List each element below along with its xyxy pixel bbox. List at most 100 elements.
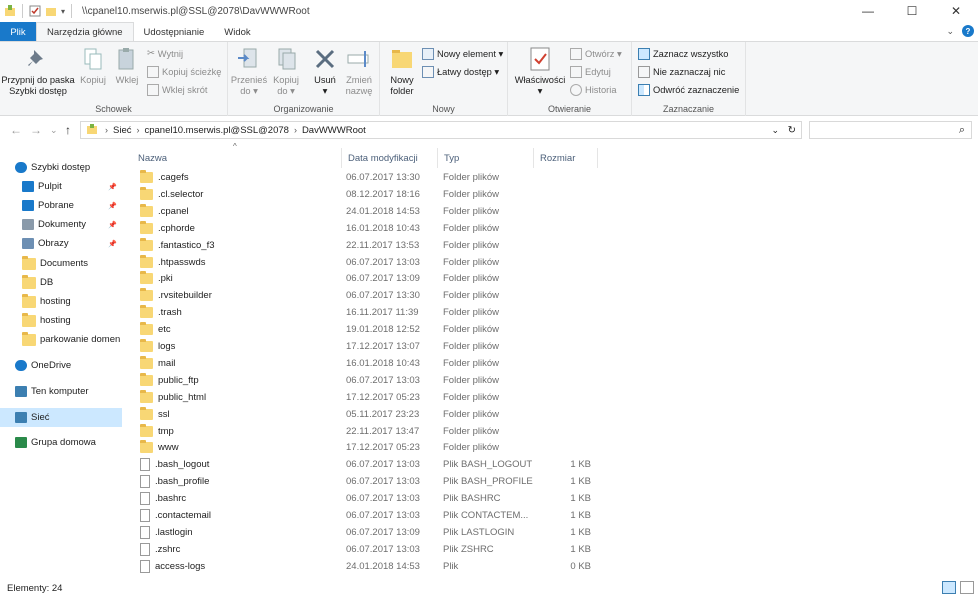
file-icon bbox=[140, 525, 150, 539]
column-header-type[interactable]: Typ bbox=[438, 148, 534, 168]
search-input[interactable]: ⌕ bbox=[809, 121, 972, 139]
new-folder-icon[interactable] bbox=[45, 5, 57, 17]
file-row[interactable]: www 17.12.2017 05:23 Folder plików bbox=[136, 439, 596, 456]
pin-icon[interactable]: 📌 bbox=[108, 183, 117, 191]
close-button[interactable]: ✕ bbox=[934, 0, 978, 22]
file-type: Plik BASH_PROFILE bbox=[443, 476, 533, 488]
file-row[interactable]: .trash 16.11.2017 11:39 Folder plików bbox=[136, 304, 596, 321]
refresh-icon[interactable]: ↻ bbox=[788, 125, 796, 136]
copy-button[interactable]: Kopiuj bbox=[78, 46, 108, 86]
nav-item[interactable]: DB bbox=[0, 273, 122, 292]
file-row[interactable]: tmp 22.11.2017 13:47 Folder plików bbox=[136, 423, 596, 440]
file-row[interactable]: .cpanel 24.01.2018 14:53 Folder plików bbox=[136, 203, 596, 220]
tab-file[interactable]: Plik bbox=[0, 22, 36, 42]
file-row[interactable]: .htpasswds 06.07.2017 13:03 Folder plików bbox=[136, 254, 596, 271]
properties-button[interactable]: Właściwości ▾ bbox=[514, 46, 566, 97]
file-row[interactable]: .cagefs 06.07.2017 13:30 Folder plików bbox=[136, 169, 596, 186]
easy-access-button[interactable]: Łatwy dostęp ▾ bbox=[422, 66, 499, 78]
column-header-name[interactable]: Nazwa bbox=[132, 148, 342, 168]
nav-item[interactable]: hosting bbox=[0, 311, 122, 330]
forward-arrow-icon[interactable]: → bbox=[30, 123, 42, 137]
column-header-size[interactable]: Rozmiar bbox=[534, 148, 598, 168]
file-row[interactable]: mail 16.01.2018 10:43 Folder plików bbox=[136, 355, 596, 372]
breadcrumb-davwwwroot[interactable]: DavWWWRoot bbox=[297, 125, 371, 136]
file-row[interactable]: .contactemail 06.07.2017 13:03 Plik CONTAC… bbox=[136, 507, 596, 524]
copy-to-button[interactable]: Kopiuj do ▾ bbox=[268, 46, 304, 97]
delete-button[interactable]: Usuń ▾ bbox=[308, 46, 342, 97]
file-row[interactable]: .bash_profile 06.07.2017 13:03 Plik BASH_P… bbox=[136, 473, 596, 490]
properties-icon[interactable] bbox=[29, 5, 41, 17]
properties-check-icon bbox=[530, 47, 550, 71]
file-name: .zshrc bbox=[155, 543, 181, 555]
file-row[interactable]: logs 17.12.2017 13:07 Folder plików bbox=[136, 338, 596, 355]
edit-button[interactable]: Edytuj bbox=[570, 66, 611, 78]
new-item-button[interactable]: Nowy element ▾ bbox=[422, 48, 503, 60]
file-row[interactable]: .cphorde 16.01.2018 10:43 Folder plików bbox=[136, 220, 596, 237]
file-row[interactable]: public_html 17.12.2017 05:23 Folder plików bbox=[136, 389, 596, 406]
open-button[interactable]: Otwórz ▾ bbox=[570, 48, 622, 60]
pin-quick-access-button[interactable]: Przypnij do paska Szybki dostęp bbox=[1, 46, 75, 97]
details-view-icon[interactable] bbox=[942, 581, 956, 594]
file-name: mail bbox=[158, 357, 176, 369]
edit-label: Edytuj bbox=[585, 67, 611, 77]
history-button[interactable]: Historia bbox=[570, 84, 617, 96]
nav-item[interactable]: Pulpit 📌 bbox=[0, 177, 122, 196]
select-all-button[interactable]: Zaznacz wszystko bbox=[638, 48, 728, 60]
copy-path-button[interactable]: Kopiuj ścieżkę bbox=[147, 66, 221, 78]
paste-button[interactable]: Wklej bbox=[112, 46, 142, 86]
file-row[interactable]: .zshrc 06.07.2017 13:03 Plik ZSHRC 1 KB bbox=[136, 541, 596, 558]
nav-item[interactable]: Obrazy 📌 bbox=[0, 234, 122, 253]
rename-button[interactable]: Zmień nazwę bbox=[342, 46, 376, 97]
window-title: \\cpanel10.mserwis.pl@SSL@2078\DavWWWRoo… bbox=[82, 5, 310, 17]
pin-icon[interactable]: 📌 bbox=[108, 240, 117, 248]
nav-item[interactable]: Sieć bbox=[0, 408, 122, 427]
maximize-button[interactable]: ☐ bbox=[890, 0, 934, 22]
pin-icon[interactable]: 📌 bbox=[108, 221, 117, 229]
nav-item[interactable]: Pobrane 📌 bbox=[0, 196, 122, 215]
breadcrumb-server[interactable]: cpanel10.mserwis.pl@SSL@2078 bbox=[139, 125, 293, 136]
breadcrumb-network[interactable]: Sieć bbox=[108, 125, 136, 136]
group-organize: Przenieś do ▾ Kopiuj do ▾ Usuń ▾ Zmień n… bbox=[228, 42, 380, 116]
up-arrow-icon[interactable]: ↑ bbox=[65, 123, 71, 137]
file-row[interactable]: ssl 05.11.2017 23:23 Folder plików bbox=[136, 406, 596, 423]
file-row[interactable]: .bashrc 06.07.2017 13:03 Plik BASHRC 1 KB bbox=[136, 490, 596, 507]
pin-icon[interactable]: 📌 bbox=[108, 202, 117, 210]
address-bar[interactable]: › Sieć › cpanel10.mserwis.pl@SSL@2078 › … bbox=[80, 121, 802, 139]
file-row[interactable]: etc 19.01.2018 12:52 Folder plików bbox=[136, 321, 596, 338]
back-arrow-icon[interactable]: ← bbox=[10, 123, 22, 137]
nav-item[interactable]: Dokumenty 📌 bbox=[0, 215, 122, 234]
nav-item[interactable]: parkowanie domen bbox=[0, 330, 122, 349]
file-row[interactable]: .cl.selector 08.12.2017 18:16 Folder plikó… bbox=[136, 186, 596, 203]
file-row[interactable]: access-logs 24.01.2018 14:53 Plik 0 KB bbox=[136, 558, 596, 575]
file-row[interactable]: .rvsitebuilder 06.07.2017 13:30 Folder pli… bbox=[136, 287, 596, 304]
file-row[interactable]: .fantastico_f3 22.11.2017 13:53 Folder pli… bbox=[136, 237, 596, 254]
tab-share[interactable]: Udostępnianie bbox=[134, 22, 215, 42]
nav-item[interactable]: Ten komputer bbox=[0, 382, 122, 401]
nav-item[interactable]: Szybki dostęp bbox=[0, 158, 122, 177]
column-header-date[interactable]: Data modyfikacji bbox=[342, 148, 438, 168]
move-to-button[interactable]: Przenieś do ▾ bbox=[231, 46, 267, 97]
address-dropdown-chevron-icon[interactable]: ⌄ bbox=[771, 125, 779, 136]
file-row[interactable]: .bash_logout 06.07.2017 13:03 Plik BASH_LO… bbox=[136, 456, 596, 473]
tab-home[interactable]: Narzędzia główne bbox=[36, 22, 134, 42]
cut-button[interactable]: ✂ Wytnij bbox=[147, 48, 183, 59]
paste-shortcut-button[interactable]: Wklej skrót bbox=[147, 84, 207, 96]
large-icons-view-icon[interactable] bbox=[960, 581, 974, 594]
folder-icon bbox=[140, 220, 153, 234]
file-row[interactable]: public_ftp 06.07.2017 13:03 Folder plików bbox=[136, 372, 596, 389]
nav-item[interactable]: Documents bbox=[0, 254, 122, 273]
expand-ribbon-icon[interactable]: ⌄ bbox=[946, 26, 954, 37]
customize-quick-access-icon[interactable]: ▾ bbox=[61, 7, 65, 16]
help-icon[interactable]: ? bbox=[962, 25, 974, 37]
file-row[interactable]: .pki 06.07.2017 13:09 Folder plików bbox=[136, 270, 596, 287]
nav-item[interactable]: Grupa domowa bbox=[0, 433, 122, 452]
new-folder-button[interactable]: Nowy folder bbox=[384, 46, 420, 97]
select-none-button[interactable]: Nie zaznaczaj nic bbox=[638, 66, 725, 78]
recent-locations-chevron-icon[interactable]: ⌄ bbox=[50, 125, 58, 136]
nav-item[interactable]: OneDrive bbox=[0, 356, 122, 375]
nav-item[interactable]: hosting bbox=[0, 292, 122, 311]
invert-selection-button[interactable]: Odwróć zaznaczenie bbox=[638, 84, 739, 96]
tab-view[interactable]: Widok bbox=[214, 22, 260, 42]
file-row[interactable]: .lastlogin 06.07.2017 13:09 Plik LASTLOGIN… bbox=[136, 524, 596, 541]
minimize-button[interactable]: — bbox=[846, 0, 890, 22]
